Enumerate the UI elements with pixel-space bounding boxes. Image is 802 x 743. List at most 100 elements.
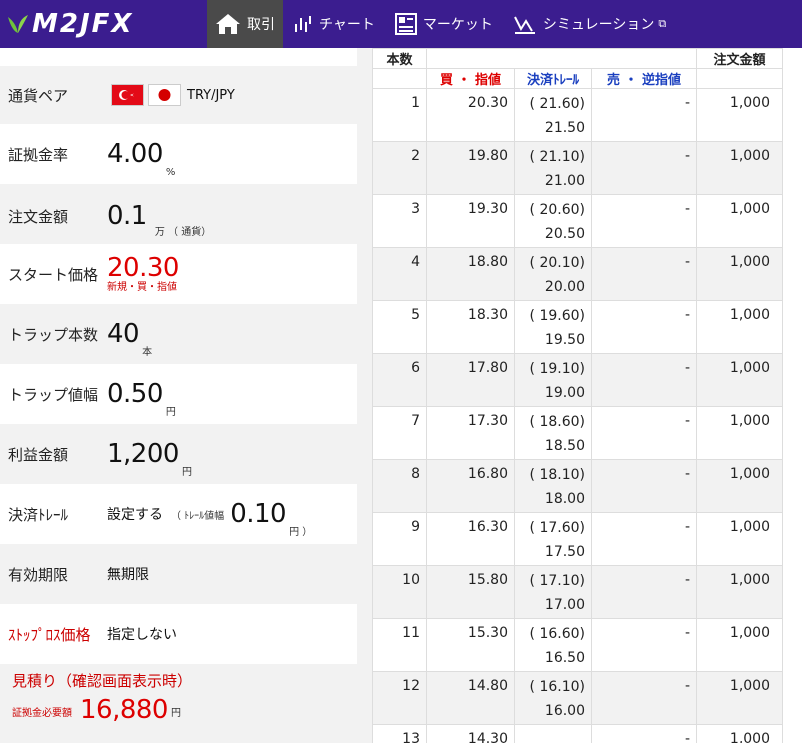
estimate-label: 見積り（確認画面表示時） [12,672,193,690]
table-row: 10 15.80 ( 17.10) 17.00-1,000 [372,565,782,619]
pair-label: 通貨ペア [8,86,69,105]
leaf-icon [8,15,28,33]
col-count-header: 本数 [372,48,427,69]
cell-buy-price: 16.30 [426,512,515,566]
table-row: 11 15.30 ( 16.60) 16.50-1,000 [372,618,782,672]
cell-buy-price: 20.30 [426,88,515,142]
row-currency-pair: 通貨ペア TRY/JPY [0,72,357,118]
cell-amount: 1,000 [696,353,782,407]
cell-buy-price: 14.30 [426,724,515,743]
start-label: スタート価格 [8,265,99,284]
cell-sell-price: - [590,353,698,407]
cell-amount: 1,000 [696,406,782,460]
trail-setting: 設定する [107,507,163,523]
cell-amount: 1,000 [696,671,782,725]
trail-width-label: （ ﾄﾚｰﾙ値幅 [171,510,225,522]
nav-simulation[interactable]: シミュレーション ⧉ [503,0,676,48]
table-row: 3 19.30 ( 20.60) 20.50-1,000 [372,194,782,248]
cell-buy-price: 19.30 [426,194,515,248]
cell-buy-price: 18.80 [426,247,515,301]
cell-trail: ( 20.60) 20.50 [514,194,592,248]
cell-sell-price: - [590,300,698,354]
cell-amount: 1,000 [696,247,782,301]
cell-amount: 1,000 [696,194,782,248]
nav-chart[interactable]: チャート [283,0,385,48]
table-row: 9 16.30 ( 17.60) 17.50-1,000 [372,512,782,566]
trap-width-value: 0.50 [107,379,163,409]
cell-trail: ( 19.10) 19.00 [514,353,592,407]
req-margin-value: 16,880 [80,695,168,725]
cell-sell-price: - [590,247,698,301]
row-start-price: スタート価格 20.30 新規・買・指値 [0,244,357,304]
nav-market-label: マーケット [422,17,493,33]
trail-trigger: ( 16.60) [529,625,585,642]
cell-amount: 1,000 [696,565,782,619]
logo-text: M2JFX [32,9,134,39]
nav-trade[interactable]: 取引 [207,0,283,48]
table-row: 1 20.30 ( 21.60) 21.50-1,000 [372,88,782,142]
cell-amount: 1,000 [696,300,782,354]
cell-amount: 1,000 [696,512,782,566]
nav-trade-label: 取引 [247,17,275,33]
stop-value: 指定しない [107,627,177,643]
logo[interactable]: M2JFX [0,0,207,48]
trail-trigger: ( 17.10) [529,572,585,589]
trail-trigger: ( 15.60) [515,740,585,743]
trap-table: 本数 注文金額 買 ・ 指値 決済ﾄﾚｰﾙ 売 ・ 逆指値 1 20.30( 21… [372,48,782,743]
cell-amount: 1,000 [696,141,782,195]
margin-label: 証拠金率 [8,145,69,164]
scrollbar-track[interactable] [782,48,802,743]
trail-label: 決済ﾄﾚｰﾙ [8,505,69,524]
external-window-icon: ⧉ [658,17,667,30]
col-amount-sub [696,68,782,89]
cell-sell-price: - [590,406,698,460]
nav-market[interactable]: マーケット [385,0,503,48]
trail-settle: 16.50 [544,649,585,666]
cell-count: 4 [372,247,427,301]
col-amount-header: 注文金額 [696,48,782,69]
row-estimate: 見積り（確認画面表示時） 証拠金必要額 16,880 円 [0,664,357,743]
table-row: 5 18.30 ( 19.60) 19.50-1,000 [372,300,782,354]
trail-trigger: ( 21.60) [529,95,585,112]
cell-count: 9 [372,512,427,566]
col-buy-header: 買 ・ 指値 [426,68,515,89]
cell-count: 1 [372,88,427,142]
req-margin-unit: 円 [170,708,181,719]
table-row: 8 16.80 ( 18.10) 18.00-1,000 [372,459,782,513]
trail-settle: 17.00 [544,596,585,613]
table-row: 12 14.80 ( 16.10) 16.00-1,000 [372,671,782,725]
cell-count: 5 [372,300,427,354]
cell-count: 10 [372,565,427,619]
start-sub: 新規・買・指値 [107,282,177,293]
expiry-value: 無期限 [107,567,149,583]
cell-count: 12 [372,671,427,725]
cell-amount: 1,000 [696,459,782,513]
cell-count: 13 [372,724,427,743]
home-icon [216,14,240,34]
trail-settle: 20.00 [544,278,585,295]
order-settings-panel: 通貨ペア TRY/JPY 証拠金率 4.00 % 注文金額 0.1 万 （ 通貨… [0,48,357,743]
chart-icon [295,16,311,32]
trail-trigger: ( 18.10) [529,466,585,483]
cell-sell-price: - [590,512,698,566]
table-row: 4 18.80 ( 20.10) 20.00-1,000 [372,247,782,301]
trail-trigger: ( 19.10) [529,360,585,377]
cell-count: 11 [372,618,427,672]
japan-flag-icon [148,84,181,106]
req-margin-label: 証拠金必要額 [12,708,72,719]
profit-value: 1,200 [107,439,179,469]
panel-top-strip [0,48,357,66]
profit-label: 利益金額 [8,445,69,464]
row-order-amount: 注文金額 0.1 万 （ 通貨） [0,188,357,244]
top-nav-bar: M2JFX 取引 チャート マーケット シミュレーション ⧉ [0,0,802,48]
trail-trigger: ( 16.10) [529,678,585,695]
trail-width-value: 0.10 [230,499,287,529]
trap-count-label: トラップ本数 [8,325,99,344]
pair-value: TRY/JPY [187,87,235,103]
trail-settle: 21.00 [544,172,585,189]
order-value: 0.1 [107,201,147,231]
trail-settle: 17.50 [544,543,585,560]
cell-sell-price: - [590,141,698,195]
cell-sell-price: - [590,724,698,743]
trail-width-unit: 円 ） [289,527,313,538]
